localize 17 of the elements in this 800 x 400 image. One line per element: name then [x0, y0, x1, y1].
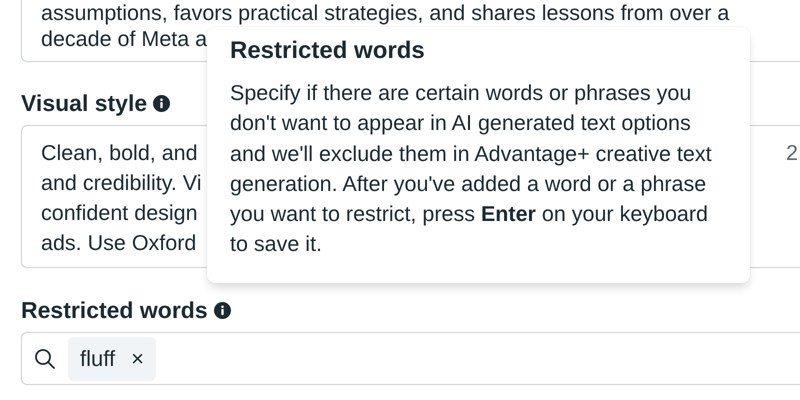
search-icon	[34, 348, 56, 370]
tag-input-field[interactable]: fluff ×	[21, 332, 800, 385]
text-line: Clean, bold, and	[41, 140, 198, 167]
field-label: Visual style	[21, 89, 148, 117]
info-icon	[214, 302, 231, 318]
tag-text: fluff	[80, 345, 116, 373]
text-line: confident design	[41, 200, 198, 227]
field-label: Restricted words	[21, 296, 208, 324]
character-count: 2	[786, 141, 798, 165]
info-icon	[153, 94, 170, 112]
tooltip-title: Restricted words	[230, 36, 426, 66]
remove-tag-button[interactable]: ×	[131, 342, 144, 375]
text-line: and credibility. Vi	[41, 170, 202, 197]
tooltip-text: Specify if there are certain words or phrases you don't want to appear in AI generated text options and we'll exclude them in Advantage+ creative text generation. After you've added a word or a phrase you want to restrict, press Enter on your keyboard to save it.	[230, 80, 713, 258]
text-line: ads. Use Oxford	[41, 230, 196, 257]
text-line: decade of Meta a	[41, 26, 208, 52]
text-line: assumptions, favors practical strategies, and shares lessons from over a	[41, 0, 730, 26]
